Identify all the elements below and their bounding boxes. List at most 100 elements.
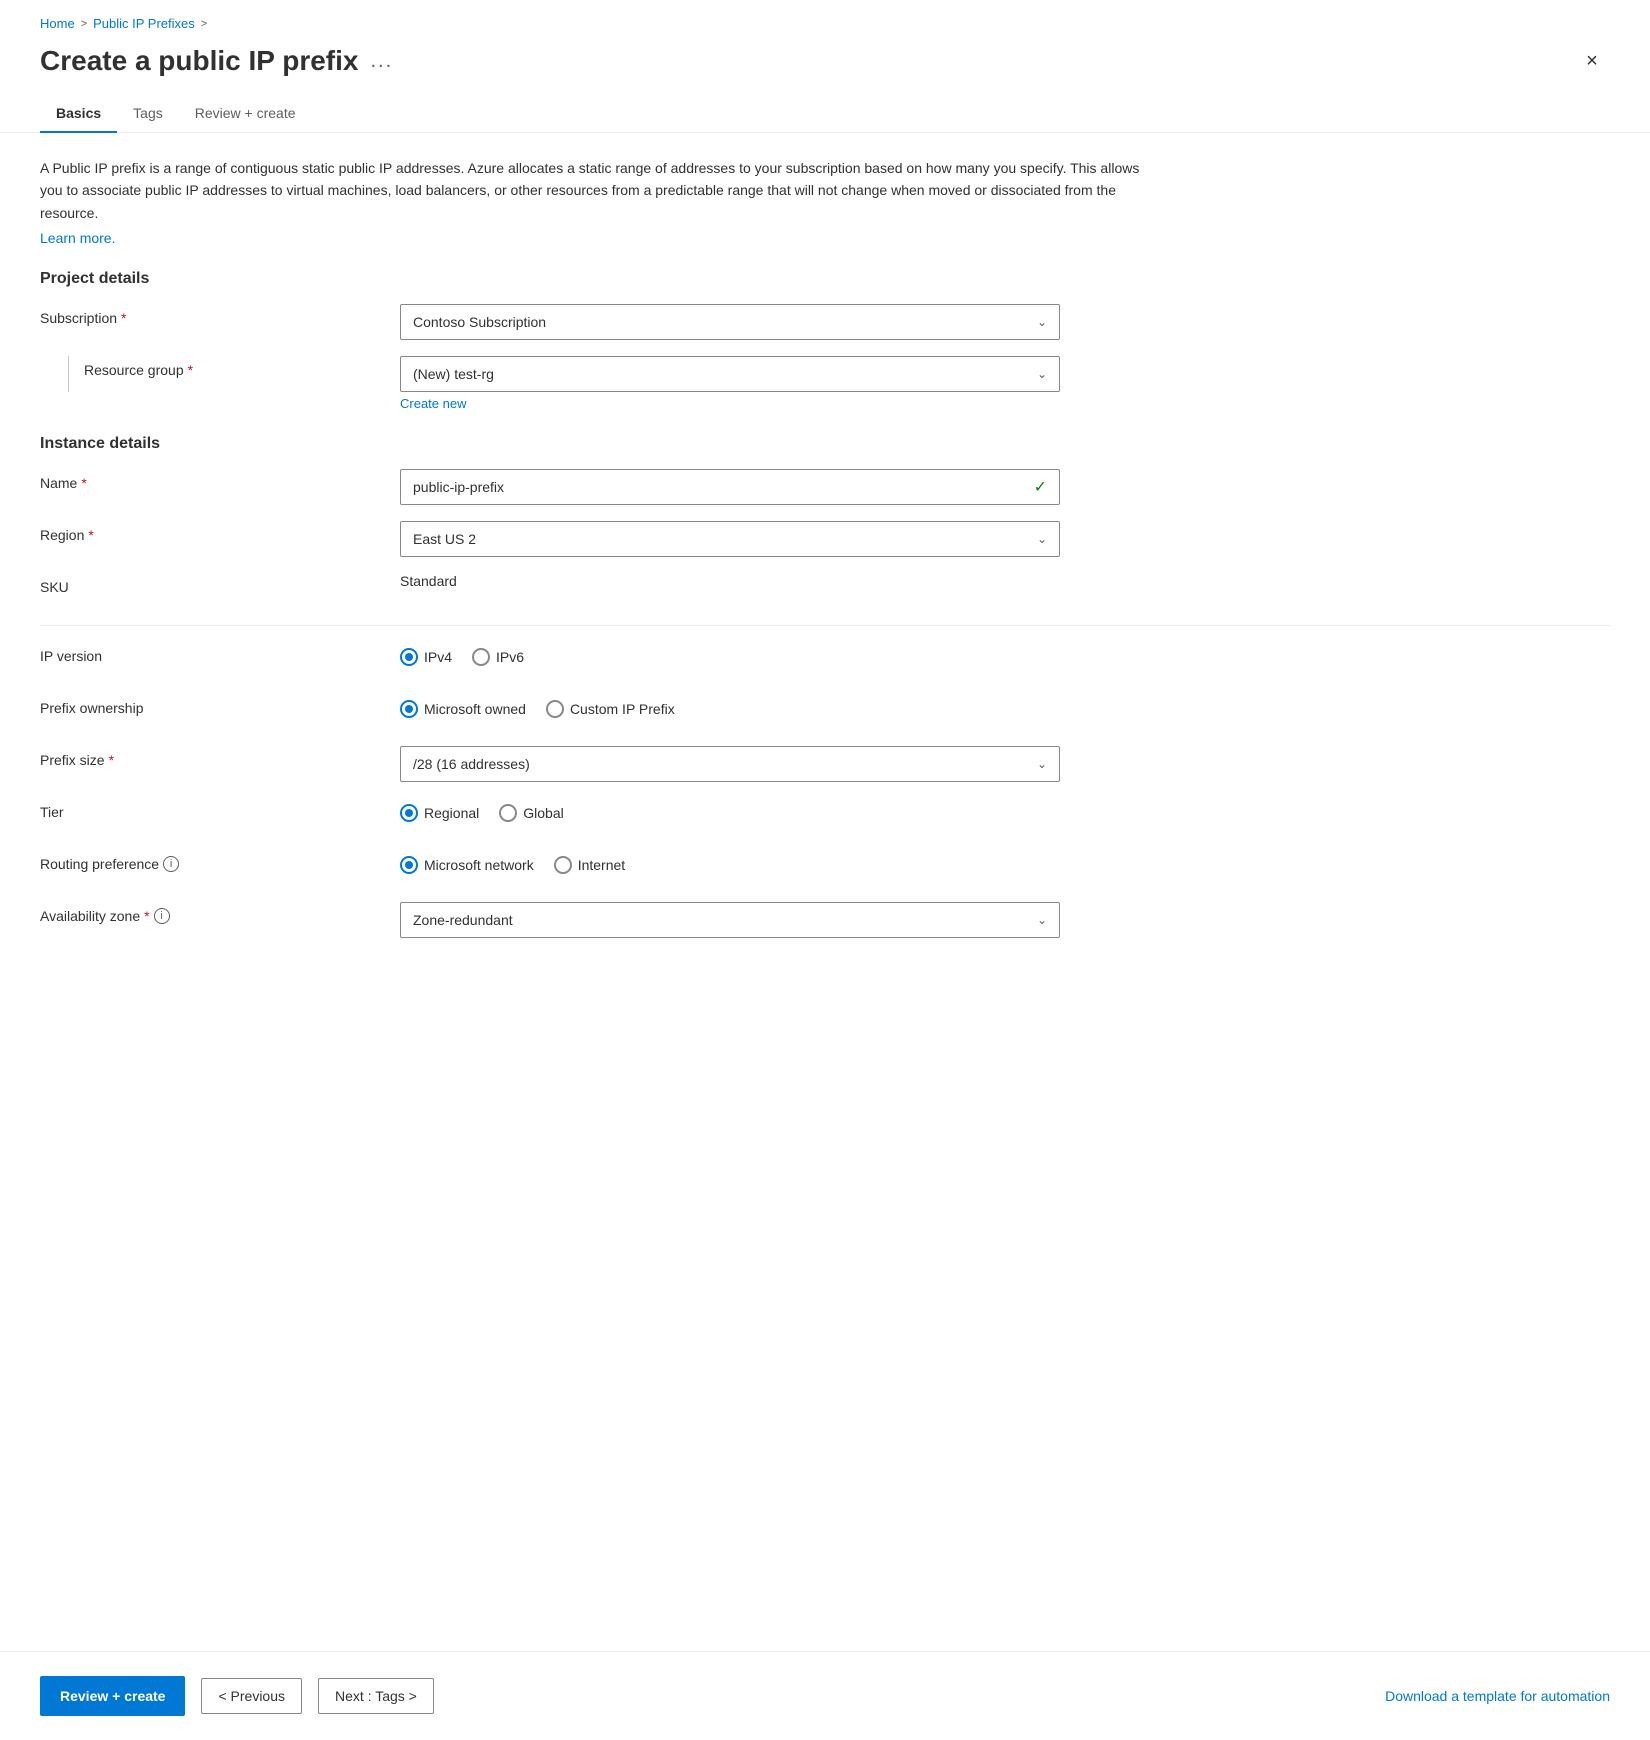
availability-zone-info-icon[interactable]: i [154, 908, 170, 924]
prefix-ownership-custom[interactable]: Custom IP Prefix [546, 700, 675, 718]
resource-group-label: Resource group [84, 362, 184, 378]
tier-radio-group: Regional Global [400, 798, 1060, 822]
section-instance-details: Instance details [40, 435, 1610, 453]
availability-zone-select[interactable]: Zone-redundant ⌄ [400, 902, 1060, 938]
prefix-ownership-radio-group: Microsoft owned Custom IP Prefix [400, 694, 1060, 718]
routing-preference-microsoft-label: Microsoft network [424, 857, 534, 873]
subscription-arrow-icon: ⌄ [1037, 315, 1047, 329]
subscription-label: Subscription * [40, 304, 400, 326]
region-row: Region * East US 2 ⌄ [40, 521, 1610, 557]
download-template-link[interactable]: Download a template for automation [1385, 1688, 1610, 1704]
tab-basics[interactable]: Basics [40, 95, 117, 133]
sku-row: SKU Standard [40, 573, 1610, 609]
create-new-link[interactable]: Create new [400, 396, 1060, 411]
next-button[interactable]: Next : Tags > [318, 1678, 434, 1714]
learn-more-link[interactable]: Learn more. [40, 230, 115, 246]
ip-version-ipv4[interactable]: IPv4 [400, 648, 452, 666]
subscription-select[interactable]: Contoso Subscription ⌄ [400, 304, 1060, 340]
prefix-size-select[interactable]: /28 (16 addresses) ⌄ [400, 746, 1060, 782]
prefix-size-label: Prefix size * [40, 746, 400, 768]
region-label: Region * [40, 521, 400, 543]
prefix-size-value: /28 (16 addresses) [413, 756, 530, 772]
ip-version-ipv6-radio[interactable] [472, 648, 490, 666]
name-check-icon: ✓ [1034, 477, 1047, 497]
tier-control: Regional Global [400, 798, 1060, 822]
ip-version-ipv6-label: IPv6 [496, 649, 524, 665]
resource-group-control: (New) test-rg ⌄ Create new [400, 356, 1060, 411]
tier-global-label: Global [523, 805, 563, 821]
tier-regional[interactable]: Regional [400, 804, 479, 822]
page-title: Create a public IP prefix ... [40, 45, 393, 77]
routing-preference-info-icon[interactable]: i [163, 856, 179, 872]
prefix-size-row: Prefix size * /28 (16 addresses) ⌄ [40, 746, 1610, 782]
tab-tags[interactable]: Tags [117, 95, 179, 133]
name-input[interactable]: public-ip-prefix ✓ [400, 469, 1060, 505]
prefix-ownership-microsoft-label: Microsoft owned [424, 701, 526, 717]
breadcrumb-separator2: > [201, 18, 207, 30]
availability-zone-label: Availability zone * i [40, 902, 400, 924]
region-required: * [88, 527, 93, 543]
routing-preference-internet-label: Internet [578, 857, 625, 873]
routing-preference-internet[interactable]: Internet [554, 856, 625, 874]
tier-global-radio[interactable] [499, 804, 517, 822]
routing-preference-microsoft-radio[interactable] [400, 856, 418, 874]
ip-version-ipv4-label: IPv4 [424, 649, 452, 665]
tier-row: Tier Regional Global [40, 798, 1610, 834]
tier-label: Tier [40, 798, 400, 820]
resource-group-select[interactable]: (New) test-rg ⌄ [400, 356, 1060, 392]
tab-review-create[interactable]: Review + create [179, 95, 312, 133]
prefix-ownership-row: Prefix ownership Microsoft owned Custom … [40, 694, 1610, 730]
region-value: East US 2 [413, 531, 476, 547]
availability-zone-arrow-icon: ⌄ [1037, 913, 1047, 927]
routing-preference-internet-radio[interactable] [554, 856, 572, 874]
breadcrumb-home[interactable]: Home [40, 16, 75, 31]
divider-1 [40, 625, 1610, 626]
routing-preference-radio-group: Microsoft network Internet [400, 850, 1060, 874]
region-arrow-icon: ⌄ [1037, 532, 1047, 546]
page-container: Home > Public IP Prefixes > Create a pub… [0, 0, 1650, 1740]
routing-preference-label: Routing preference i [40, 850, 400, 872]
ip-version-control: IPv4 IPv6 [400, 642, 1060, 666]
footer: Review + create < Previous Next : Tags >… [0, 1651, 1650, 1740]
subscription-control: Contoso Subscription ⌄ [400, 304, 1060, 340]
breadcrumb-public-ip-prefixes[interactable]: Public IP Prefixes [93, 16, 195, 31]
availability-zone-required: * [144, 908, 149, 924]
resource-group-arrow-icon: ⌄ [1037, 367, 1047, 381]
ip-version-ipv6[interactable]: IPv6 [472, 648, 524, 666]
availability-zone-control: Zone-redundant ⌄ [400, 902, 1060, 938]
page-title-text: Create a public IP prefix [40, 45, 359, 77]
prefix-ownership-microsoft-radio[interactable] [400, 700, 418, 718]
header-row: Create a public IP prefix ... × [0, 39, 1650, 95]
subscription-value: Contoso Subscription [413, 314, 546, 330]
region-select[interactable]: East US 2 ⌄ [400, 521, 1060, 557]
prefix-size-required: * [109, 752, 114, 768]
prefix-ownership-microsoft[interactable]: Microsoft owned [400, 700, 526, 718]
tier-global[interactable]: Global [499, 804, 563, 822]
review-create-button[interactable]: Review + create [40, 1676, 185, 1716]
prefix-ownership-control: Microsoft owned Custom IP Prefix [400, 694, 1060, 718]
prefix-ownership-custom-label: Custom IP Prefix [570, 701, 675, 717]
prefix-size-control: /28 (16 addresses) ⌄ [400, 746, 1060, 782]
main-content: A Public IP prefix is a range of contigu… [0, 157, 1650, 1651]
prefix-ownership-custom-radio[interactable] [546, 700, 564, 718]
breadcrumb: Home > Public IP Prefixes > [0, 0, 1650, 39]
tier-regional-label: Regional [424, 805, 479, 821]
previous-button[interactable]: < Previous [201, 1678, 302, 1714]
ip-version-ipv4-radio[interactable] [400, 648, 418, 666]
resource-group-row: Resource group * (New) test-rg ⌄ Create … [40, 356, 1610, 411]
prefix-ownership-label: Prefix ownership [40, 694, 400, 716]
close-button[interactable]: × [1574, 43, 1610, 79]
title-dots[interactable]: ... [371, 50, 394, 73]
routing-preference-microsoft[interactable]: Microsoft network [400, 856, 534, 874]
name-required: * [81, 475, 86, 491]
region-control: East US 2 ⌄ [400, 521, 1060, 557]
routing-preference-row: Routing preference i Microsoft network I… [40, 850, 1610, 886]
name-value: public-ip-prefix [413, 479, 504, 495]
tier-regional-radio[interactable] [400, 804, 418, 822]
sku-control: Standard [400, 573, 1060, 589]
availability-zone-row: Availability zone * i Zone-redundant ⌄ [40, 902, 1610, 938]
resource-group-required: * [188, 362, 193, 378]
subscription-required: * [121, 310, 126, 326]
tabs-row: Basics Tags Review + create [0, 95, 1650, 133]
name-control: public-ip-prefix ✓ [400, 469, 1060, 505]
